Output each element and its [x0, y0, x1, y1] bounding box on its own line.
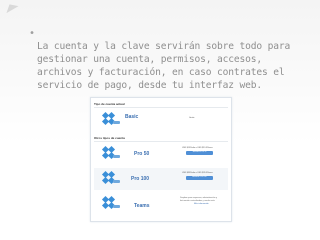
upgrade-pro100-button[interactable]: Actualizar a Pro 100	[186, 176, 213, 180]
decorative-corner-icon	[3, 0, 19, 14]
slide-bullet-text: • La cuenta y la clave servirán sobre tod…	[29, 27, 299, 92]
plan-name-pro100: Pro 100	[131, 176, 150, 182]
other-plans-heading: Otros tipos de cuenta	[94, 136, 125, 140]
bullet-paragraph: La cuenta y la clave servirán sobre todo…	[37, 41, 291, 91]
plan-name-pro50: Pro 50	[134, 151, 150, 157]
teams-note-2: facturación centralizadas y mucho más.	[180, 200, 216, 202]
bullet-icon: •	[29, 28, 35, 39]
divider	[94, 107, 228, 108]
divider	[94, 141, 228, 142]
plan-badge-icon	[113, 121, 120, 124]
plan-badge-icon	[113, 180, 120, 183]
current-plan-heading: Tipo de cuenta actual	[94, 102, 125, 106]
dropbox-plans-screenshot: Tipo de cuenta actual Basic Gratis Otros…	[90, 97, 232, 222]
plan-name-teams: Teams	[134, 203, 150, 209]
upgrade-pro50-button[interactable]: Actualizar a Pro 50	[186, 151, 213, 155]
price-pro50: USD $199/año o USD $19.99/mes	[182, 147, 213, 149]
plan-name-basic: Basic	[125, 114, 139, 120]
teams-note: Dropbox para empresas, administración y	[180, 197, 218, 199]
plan-row-pro100: Pro 100 USD $399/año o USD $39.99/mes Ac…	[94, 168, 228, 190]
plan-status-basic: Gratis	[189, 117, 195, 119]
plan-row-teams: Teams Dropbox para empresas, administrac…	[94, 193, 228, 215]
plan-row-basic: Basic Gratis	[94, 109, 228, 131]
teams-more-info-link[interactable]: Más información	[194, 203, 209, 205]
plan-row-pro50: Pro 50 USD $199/año o USD $19.99/mes Act…	[94, 143, 228, 165]
plan-badge-icon	[113, 205, 120, 208]
plan-badge-icon	[113, 155, 120, 158]
price-pro100: USD $399/año o USD $39.99/mes	[182, 172, 213, 174]
